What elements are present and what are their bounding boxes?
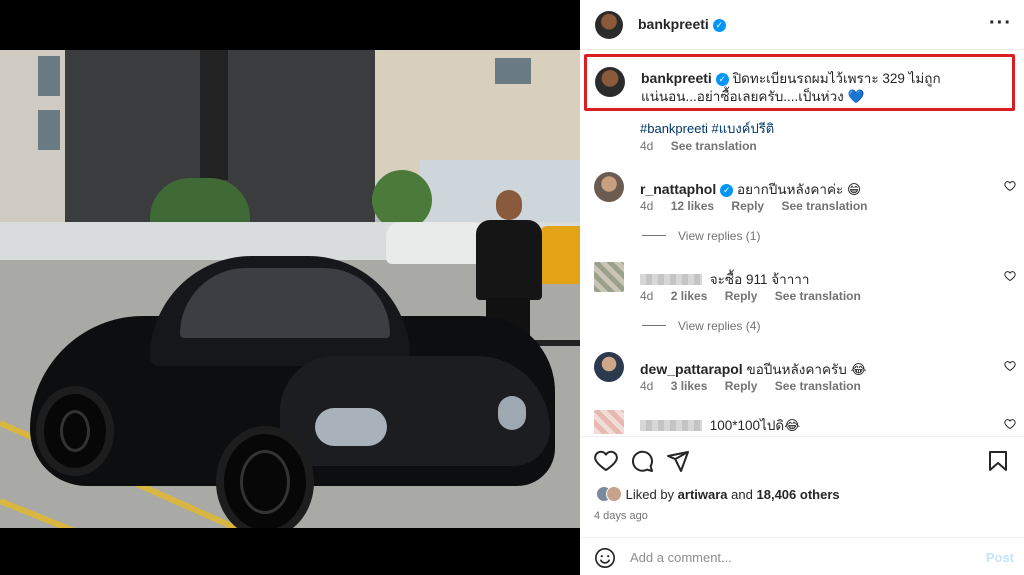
car-headlight (498, 396, 526, 430)
header-username-text[interactable]: bankpreeti (638, 16, 709, 32)
comment-username[interactable]: r_nattaphol (640, 181, 716, 197)
likes-prefix: Liked by (625, 487, 675, 502)
comment-likes[interactable]: 12 likes (671, 199, 714, 213)
comment-body: จะซื้อ 911 จ้าาาา (709, 272, 810, 287)
heart-icon[interactable] (1004, 180, 1016, 192)
photo-window (38, 56, 60, 96)
post-header: bankpreeti ✓ ··· (580, 0, 1024, 50)
comment-username[interactable]: dew_pattarapol (640, 361, 743, 377)
blurred-username (640, 420, 702, 431)
avatar[interactable] (594, 410, 624, 434)
comment-age: 4d (640, 289, 654, 303)
avatar[interactable] (594, 262, 624, 292)
photo-trees (372, 170, 432, 230)
car-wheel-rear (36, 386, 114, 476)
car-wheel-front (216, 426, 314, 528)
liker-username[interactable]: artiwara (678, 487, 728, 502)
comment-meta: 4d 3 likes Reply See translation (640, 379, 875, 393)
comment-text: r_nattaphol ✓ อยากปีนหลังคาค่ะ 😁 (640, 178, 861, 200)
liker-avatar (606, 486, 622, 502)
likes-and: and (731, 487, 753, 502)
instagram-post-view: bankpreeti ✓ ··· bankpreeti ✓ ปิดทะเบียนรถ… (0, 0, 1024, 575)
see-translation-link[interactable]: See translation (775, 289, 861, 303)
photo-window (495, 58, 531, 84)
car-windshield (180, 268, 390, 338)
photo-person-head (496, 190, 522, 220)
comment-age: 4d (640, 199, 654, 213)
post-media-area (0, 0, 580, 575)
post-comment-button[interactable]: Post (986, 550, 1014, 565)
caption-text: bankpreeti ✓ ปิดทะเบียนรถผมไว้เพราะ 329 ไ… (641, 69, 1009, 106)
reply-button[interactable]: Reply (725, 289, 758, 303)
photo-window (38, 110, 60, 150)
see-translation-link[interactable]: See translation (671, 139, 757, 153)
more-options-icon[interactable]: ··· (989, 12, 1012, 35)
comment-text: จะซื้อ 911 จ้าาาา (640, 268, 809, 290)
header-username[interactable]: bankpreeti ✓ (638, 16, 726, 32)
caption-avatar[interactable] (595, 67, 625, 97)
avatar[interactable] (594, 172, 624, 202)
bookmark-icon[interactable] (986, 449, 1010, 473)
reply-button[interactable]: Reply (725, 379, 758, 393)
heart-icon[interactable] (1004, 360, 1016, 372)
comment-meta: 4d 2 likes Reply See translation (640, 289, 875, 303)
photo-black-sports-car (30, 246, 560, 528)
comment-likes[interactable]: 2 likes (671, 289, 708, 303)
photo-window (200, 50, 228, 180)
heart-icon[interactable] (594, 449, 618, 473)
action-bar (580, 436, 1024, 482)
car-headlight (315, 408, 387, 446)
comment-likes[interactable]: 3 likes (671, 379, 708, 393)
comment-body: ขอปีนหลังคาครับ 😂 (746, 362, 867, 377)
comment-text: dew_pattarapol ขอปีนหลังคาครับ 😂 (640, 358, 866, 380)
post-timestamp[interactable]: 4 days ago (594, 510, 648, 522)
caption-age: 4d (640, 139, 654, 153)
heart-icon[interactable] (1004, 418, 1016, 430)
caption-username[interactable]: bankpreeti (641, 70, 712, 86)
comment-icon[interactable] (630, 449, 654, 473)
post-photo[interactable] (0, 50, 580, 528)
comment-age: 4d (640, 379, 654, 393)
comment-text: 100*100ไปดิ😂 (640, 414, 800, 434)
caption-highlight-box: bankpreeti ✓ ปิดทะเบียนรถผมไว้เพราะ 329 ไ… (584, 54, 1015, 111)
comment-meta: 4d 12 likes Reply See translation (640, 199, 881, 213)
comment-body: อยากปีนหลังคาค่ะ 😁 (737, 182, 862, 197)
view-replies-button[interactable]: View replies (1) (642, 229, 760, 243)
view-replies-button[interactable]: View replies (4) (642, 319, 760, 333)
verified-badge-icon: ✓ (720, 184, 734, 197)
comment-body: 100*100ไปดิ😂 (709, 418, 800, 433)
verified-badge-icon: ✓ (712, 19, 726, 32)
reply-button[interactable]: Reply (731, 199, 764, 213)
emoji-icon[interactable] (594, 547, 616, 569)
see-translation-link[interactable]: See translation (781, 199, 867, 213)
post-details-panel: bankpreeti ✓ ··· bankpreeti ✓ ปิดทะเบียนรถ… (580, 0, 1024, 575)
caption-meta: 4d See translation (640, 139, 771, 153)
heart-icon[interactable] (1004, 270, 1016, 282)
blue-heart-emoji: 💙 (847, 89, 865, 104)
verified-badge-icon: ✓ (715, 73, 729, 86)
comment-item: 100*100ไปดิ😂 (580, 410, 1024, 434)
avatar[interactable] (594, 352, 624, 382)
likes-others-link[interactable]: 18,406 others (757, 487, 840, 502)
blurred-username (640, 274, 702, 285)
add-comment-input[interactable]: Add a comment... (630, 550, 732, 565)
avatar[interactable] (595, 11, 623, 39)
add-comment-bar: Add a comment... Post (580, 537, 1024, 575)
caption-hashtags[interactable]: #bankpreeti #แบงค์ปรีติ (640, 118, 774, 139)
share-icon[interactable] (666, 449, 690, 473)
see-translation-link[interactable]: See translation (775, 379, 861, 393)
likes-summary: Liked by artiwara and 18,406 others (596, 486, 840, 502)
